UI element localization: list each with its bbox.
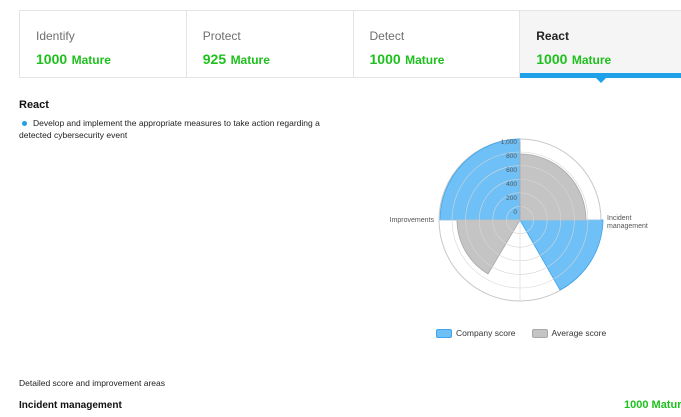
radar-chart: 1,000 800 600 400 200 0 Improvements Inc… xyxy=(390,138,648,302)
legend-swatch xyxy=(436,328,452,338)
tick-label: 800 xyxy=(506,153,517,160)
legend-swatch xyxy=(531,328,548,338)
legend-item-average[interactable]: Average score xyxy=(531,328,607,338)
tab-score: 1000 Mature xyxy=(369,51,445,67)
bullet-icon xyxy=(22,120,27,126)
chart-legend: Company score Average score xyxy=(436,328,622,338)
tab-react[interactable]: React 1000 Mature xyxy=(520,11,681,83)
tab-identify[interactable]: Identify 1000 Mature xyxy=(20,11,187,77)
tab-protect[interactable]: Protect 925 Mature xyxy=(187,11,354,77)
active-tab-indicator xyxy=(520,73,681,83)
pillar-tabs: Identify 1000 Mature Protect 925 Mature … xyxy=(19,10,681,83)
tick-label: 600 xyxy=(506,167,517,174)
tab-label: Identify xyxy=(36,29,75,43)
tab-detect[interactable]: Detect 1000 Mature xyxy=(354,11,521,77)
tab-score: 1000 Mature xyxy=(536,51,612,67)
legend-item-company[interactable]: Company score xyxy=(436,328,516,338)
section-description: Develop and implement the appropriate me… xyxy=(19,118,320,140)
tick-label: 200 xyxy=(506,195,517,202)
tab-score: 1000 Mature xyxy=(36,51,111,67)
tab-label: Detect xyxy=(369,29,405,43)
tick-label: 0 xyxy=(513,209,517,216)
tab-label: React xyxy=(536,29,569,43)
improvement-area-score: 1000 Matur xyxy=(624,399,681,411)
average-score-sector-incident xyxy=(519,153,587,221)
axis-label-improvements: Improvements xyxy=(390,217,435,224)
tick-label: 1,000 xyxy=(501,139,518,146)
legend-label: Average score xyxy=(551,328,607,338)
section-title: React xyxy=(19,99,49,111)
tab-label: Protect xyxy=(202,29,241,43)
improvement-area-title: Incident management xyxy=(19,400,122,411)
detailed-score-label: Detailed score and improvement areas xyxy=(19,378,165,388)
tab-score: 925 Mature xyxy=(202,51,270,67)
legend-label: Company score xyxy=(456,328,516,338)
axis-label-incident-management: Incident management xyxy=(607,215,648,230)
tick-label: 400 xyxy=(506,181,517,188)
company-score-sector-improvements xyxy=(439,138,521,221)
